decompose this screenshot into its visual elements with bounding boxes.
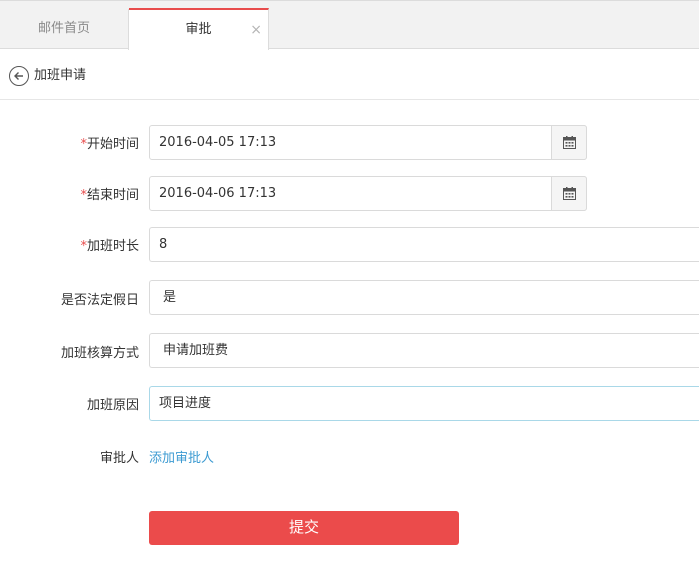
duration-input[interactable]: 8	[149, 227, 699, 262]
close-icon[interactable]: ×	[250, 10, 262, 50]
calendar-icon[interactable]	[551, 176, 587, 211]
duration-label: *加班时长	[80, 239, 139, 254]
tab-bar: 邮件首页 审批 ×	[0, 0, 699, 50]
tab-label: 邮件首页	[37, 21, 90, 36]
calendar-icon[interactable]	[551, 125, 587, 160]
page-title: 加班申请	[34, 68, 87, 83]
tab-label: 审批	[185, 22, 212, 37]
accounting-select[interactable]: 申请加班费	[149, 333, 699, 368]
holiday-select[interactable]: 是	[149, 280, 699, 315]
holiday-label: 是否法定假日	[60, 293, 139, 308]
accounting-label: 加班核算方式	[60, 346, 139, 361]
reason-label: 加班原因	[86, 398, 139, 413]
reason-input[interactable]: 项目进度	[149, 386, 699, 421]
page-header: 加班申请	[0, 50, 699, 100]
add-approver-link[interactable]: 添加审批人	[149, 447, 214, 466]
tab-mail-home[interactable]: 邮件首页	[0, 9, 129, 50]
end-time-input[interactable]: 2016-04-06 17:13	[149, 176, 587, 211]
end-time-label: *结束时间	[80, 188, 139, 203]
approver-label: 审批人	[99, 451, 139, 466]
tab-approval[interactable]: 审批 ×	[129, 8, 269, 50]
back-icon[interactable]	[9, 66, 29, 86]
start-time-input[interactable]: 2016-04-05 17:13	[149, 125, 587, 160]
submit-button[interactable]: 提交	[149, 511, 459, 545]
start-time-label: *开始时间	[80, 137, 139, 152]
